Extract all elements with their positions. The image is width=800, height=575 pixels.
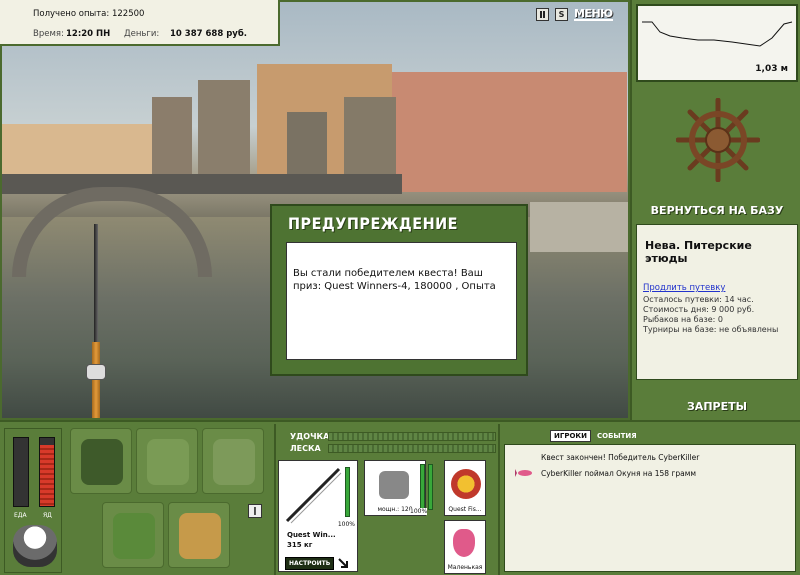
extend-trip-link[interactable]: Продлить путевку — [643, 283, 725, 293]
food-label: ЕДА — [14, 512, 27, 519]
line-durability-bar — [428, 464, 433, 510]
chat-panel: ИГРОКИ СОБЫТИЯ Квест закончен! Победител… — [502, 424, 798, 575]
warning-dialog[interactable]: ПРЕДУПРЕЖДЕНИЕ Вы стали победителем квес… — [270, 204, 528, 376]
rod-tension-bar — [328, 432, 496, 441]
bridge-arch — [12, 187, 212, 277]
line-item[interactable]: Quest Fis... — [444, 460, 486, 516]
game-window: Получено опыта: 122500 Время: 12:20 ПН Д… — [0, 0, 800, 575]
chat-tabs: ИГРОКИ СОБЫТИЯ — [550, 430, 637, 442]
bag-slot[interactable] — [136, 428, 198, 494]
bottom-panel: ЕДА ЯД ❙ УДОЧКА ЛЕСКА 100% Quest Win... … — [0, 420, 800, 575]
backpack-slot[interactable] — [70, 428, 132, 494]
dialog-message: Вы стали победителем квеста! Ваш приз: Q… — [286, 242, 517, 360]
depth-value: 1,03 м — [755, 64, 788, 74]
ship-wheel-icon[interactable] — [676, 98, 760, 182]
xp-value: 122500 — [111, 9, 145, 19]
rod-weight: 315 кг — [287, 541, 313, 549]
food-pot-icon[interactable] — [13, 525, 57, 567]
bucket-icon — [179, 513, 221, 559]
fish-icon — [515, 469, 532, 477]
inventory — [66, 426, 272, 574]
chat-message: Квест закончен! Победитель CyberKiller — [541, 453, 700, 462]
groundbait-basket-slot[interactable] — [102, 502, 164, 568]
dialog-title: ПРЕДУПРЕЖДЕНИЕ — [288, 214, 458, 233]
reel-percent: 100% — [410, 508, 428, 515]
tab-events[interactable]: СОБЫТИЯ — [597, 430, 637, 442]
pink-building — [382, 72, 627, 192]
bridge-deck — [2, 174, 402, 194]
bait-meter — [39, 437, 55, 507]
location-info: Нева. Питерские этюды Продлить путевку О… — [636, 224, 798, 380]
line-label: ЛЕСКА — [290, 444, 321, 453]
rod-label: УДОЧКА — [290, 432, 330, 441]
top-controls: S МЕНЮ — [536, 8, 613, 21]
basket-icon — [113, 513, 155, 559]
lure-item[interactable]: Маленькая — [444, 520, 486, 574]
line-spool-icon — [451, 469, 481, 499]
line-caption: Quest Fis... — [448, 506, 482, 513]
lure-icon — [453, 529, 475, 557]
reel — [86, 364, 106, 380]
meters-panel: ЕДА ЯД — [4, 428, 62, 573]
embankment — [530, 202, 628, 252]
trip-left: Осталось путевки: 14 час. — [643, 295, 754, 304]
reel-durability-bar — [420, 464, 425, 510]
lure-caption: Маленькая — [447, 564, 483, 571]
time-value: 12:20 ПН — [66, 29, 111, 39]
time-label: Время: — [33, 29, 64, 39]
rod-name: Quest Win... — [287, 531, 336, 539]
inventory-toggle-button[interactable]: ❙ — [248, 504, 262, 518]
status-panel: Получено опыта: 122500 Время: 12:20 ПН Д… — [0, 0, 280, 46]
rod-percent: 100% — [337, 521, 355, 528]
right-panel: 1,03 м ВЕРНУТЬСЯ НА БАЗУ Нева. Питерские… — [630, 0, 800, 420]
tab-players[interactable]: ИГРОКИ — [550, 430, 591, 442]
map-icon — [213, 439, 255, 485]
anglers-count: Рыбаков на базе: 0 — [643, 315, 723, 324]
bait-label: ЯД — [43, 512, 52, 519]
sound-button[interactable]: S — [555, 8, 568, 21]
chat-log[interactable]: Квест закончен! Победитель CyberKiller C… — [504, 444, 796, 572]
setup-button[interactable]: НАСТРОИТЬ — [285, 557, 335, 570]
menu-button[interactable]: МЕНЮ — [574, 8, 613, 21]
back-to-base-button[interactable]: ВЕРНУТЬСЯ НА БАЗУ — [632, 204, 800, 217]
pause-icon[interactable] — [536, 8, 549, 21]
depth-chart: 1,03 м — [636, 4, 798, 82]
location-name: Нева. Питерские этюды — [645, 239, 752, 265]
money-value: 10 387 688 руб. — [170, 29, 247, 39]
rod-handle — [92, 342, 100, 418]
bag-icon — [147, 439, 189, 485]
rod-icon — [285, 467, 342, 524]
arrow-down-right-icon[interactable] — [337, 557, 349, 569]
chat-message: CyberKiller поймал Окуня на 158 грамм — [541, 469, 697, 478]
xp-row: Получено опыта: 122500 — [33, 9, 144, 19]
gear-panel: УДОЧКА ЛЕСКА 100% Quest Win... 315 кг НА… — [274, 424, 500, 575]
rod-durability-bar — [345, 467, 350, 517]
bucket-slot[interactable] — [168, 502, 230, 568]
food-meter — [13, 437, 29, 507]
tournaments-info: Турниры на базе: не объявлены — [643, 325, 779, 334]
rod-item[interactable]: 100% Quest Win... 315 кг НАСТРОИТЬ — [278, 460, 358, 572]
backpack-icon — [81, 439, 123, 485]
money-label: Деньги: — [124, 29, 160, 39]
line-tension-bar — [328, 444, 496, 453]
map-slot[interactable] — [202, 428, 264, 494]
reel-icon — [379, 471, 409, 499]
xp-label: Получено опыта: — [33, 9, 110, 19]
bans-button[interactable]: ЗАПРЕТЫ — [632, 400, 800, 413]
day-cost: Стоимость дня: 9 000 руб. — [643, 305, 755, 314]
